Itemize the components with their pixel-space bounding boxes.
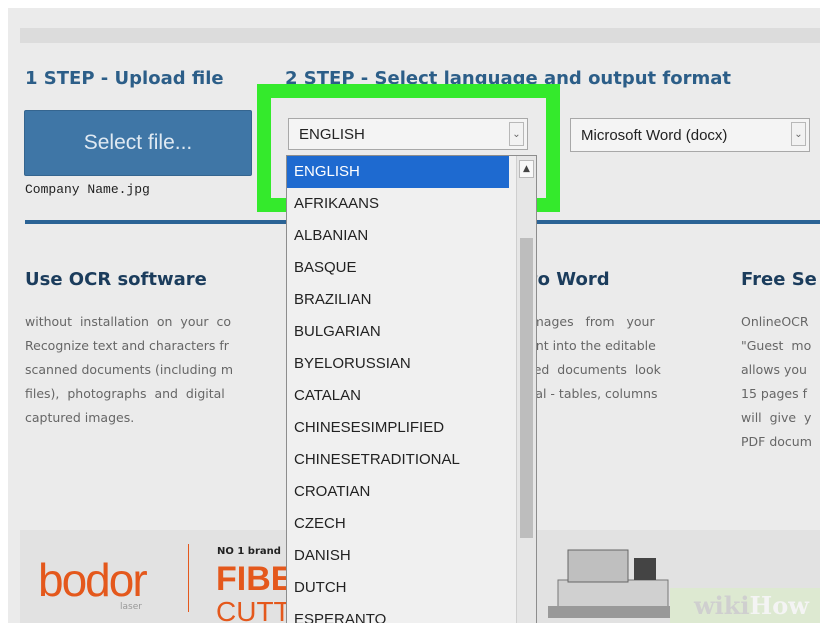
section-title-free-service: Free Se bbox=[741, 269, 817, 290]
language-option[interactable]: ALBANIAN bbox=[287, 220, 509, 252]
language-option[interactable]: ESPERANTO bbox=[287, 604, 509, 623]
language-option[interactable]: BYELORUSSIAN bbox=[287, 348, 509, 380]
section-title-to-word: to Word bbox=[529, 269, 610, 290]
banner-divider bbox=[188, 544, 189, 612]
section-text-to-word: Images from your ment into the editable … bbox=[516, 314, 661, 401]
language-option[interactable]: CHINESETRADITIONAL bbox=[287, 444, 509, 476]
banner-tagline-small: NO 1 brand bbox=[217, 546, 281, 557]
language-option[interactable]: CHINESESIMPLIFIED bbox=[287, 412, 509, 444]
banner-tagline-cutting: CUTT bbox=[216, 596, 291, 623]
uploaded-filename: Company Name.jpg bbox=[25, 182, 150, 197]
bodor-logo: bodor bbox=[38, 554, 148, 606]
language-dropdown-list[interactable]: ENGLISH AFRIKAANS ALBANIAN BASQUE BRAZILIAN B… bbox=[286, 155, 537, 623]
language-option[interactable]: DANISH bbox=[287, 540, 509, 572]
format-select-value: Microsoft Word (docx) bbox=[581, 126, 728, 144]
language-option[interactable]: ENGLISH bbox=[287, 156, 509, 188]
language-option[interactable]: BULGARIAN bbox=[287, 316, 509, 348]
select-file-button[interactable]: Select file... bbox=[24, 110, 252, 176]
watermark-part1: wiki bbox=[694, 591, 750, 620]
bodor-logo-sub: laser bbox=[120, 602, 142, 612]
scrollbar[interactable]: ▲ bbox=[516, 156, 536, 623]
laser-machine-image bbox=[548, 549, 678, 618]
language-option[interactable]: CATALAN bbox=[287, 380, 509, 412]
page: 1 STEP - Upload file 2 STEP - Select lan… bbox=[8, 8, 820, 623]
section-text-free-service: OnlineOCR "Guest mo allows you 15 pages … bbox=[741, 314, 812, 449]
language-option[interactable]: CZECH bbox=[287, 508, 509, 540]
section-title-ocr-software: Use OCR software bbox=[25, 269, 207, 290]
language-option[interactable]: CROATIAN bbox=[287, 476, 509, 508]
scrollbar-thumb[interactable] bbox=[520, 238, 533, 538]
language-option[interactable]: AFRIKAANS bbox=[287, 188, 509, 220]
chevron-down-icon[interactable]: ⌄ bbox=[791, 122, 806, 146]
watermark-part2: How bbox=[749, 591, 809, 620]
step1-title: 1 STEP - Upload file bbox=[25, 68, 224, 89]
wikihow-watermark: wiki How bbox=[670, 588, 820, 623]
banner-tagline-fiber: FIBE bbox=[216, 560, 294, 598]
language-option[interactable]: DUTCH bbox=[287, 572, 509, 604]
scroll-up-icon[interactable]: ▲ bbox=[519, 160, 534, 178]
language-option[interactable]: BRAZILIAN bbox=[287, 284, 509, 316]
format-select[interactable]: Microsoft Word (docx) ⌄ bbox=[570, 118, 810, 152]
section-text-ocr-software: without installation on your co Recogniz… bbox=[25, 314, 233, 425]
top-strip bbox=[20, 28, 820, 43]
language-option[interactable]: BASQUE bbox=[287, 252, 509, 284]
